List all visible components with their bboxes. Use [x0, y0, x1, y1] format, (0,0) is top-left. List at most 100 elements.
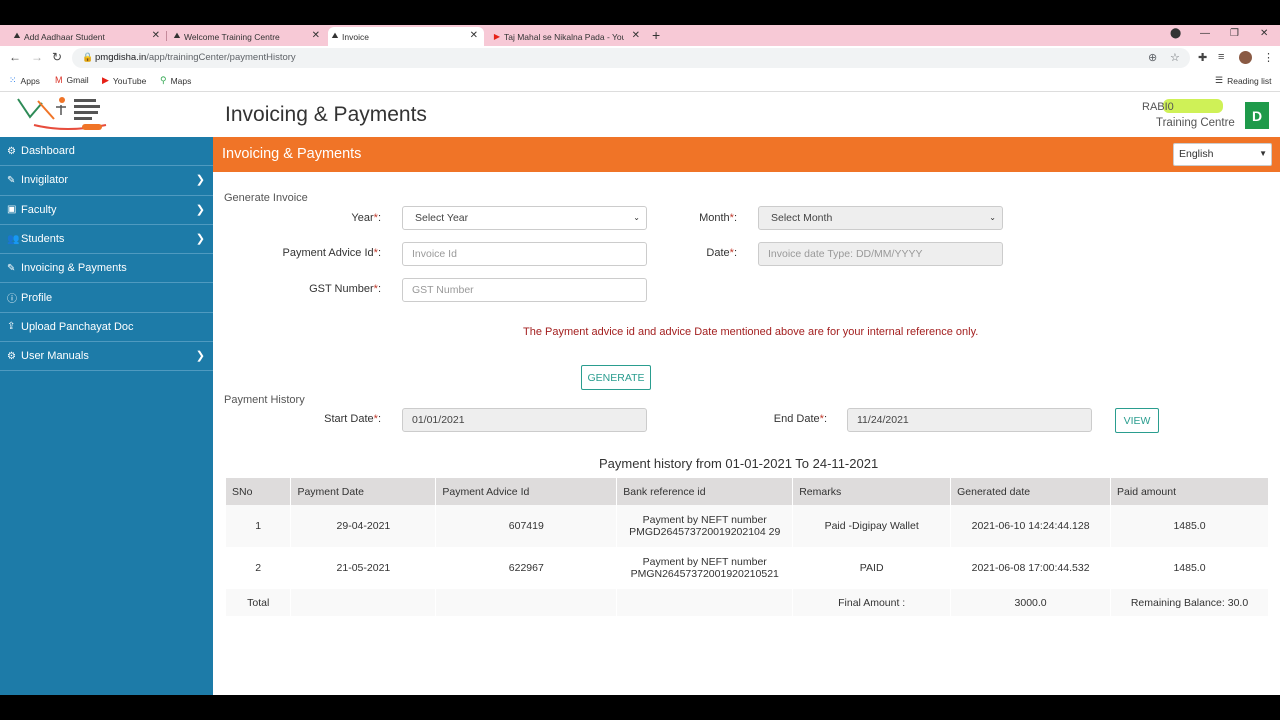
address-bar[interactable]: 🔒 pmgdisha.in/app/trainingCenter/payment…: [72, 48, 1190, 68]
cell-generated-date: 2021-06-08 17:00:44.532: [950, 547, 1112, 589]
sidebar-item-faculty[interactable]: ▣ Faculty ❯: [0, 196, 213, 225]
minimize-icon[interactable]: —: [1200, 28, 1210, 39]
sidebar-item-label: Invigilator: [21, 174, 69, 187]
sidebar-item-user-manuals[interactable]: ⚙ User Manuals ❯: [0, 342, 213, 372]
table-total-row: Total Final Amount : 3000.0 Remaining Ba…: [226, 589, 1269, 616]
tab-strip: ⛰ Add Aadhaar Student ✕ ⛰ Welcome Traini…: [0, 25, 1280, 46]
tab-title: Welcome Training Centre: [184, 31, 280, 42]
reading-list-icon: ☰: [1215, 75, 1224, 85]
cell-generated-date: 2021-06-10 14:24:44.128: [950, 505, 1112, 547]
month-select[interactable]: Select Month ⌄: [758, 206, 1003, 230]
browser-toolbar: ← → ↻ 🔒 pmgdisha.in/app/trainingCenter/p…: [0, 46, 1280, 70]
column-header: Bank reference id: [616, 478, 794, 505]
tab-youtube[interactable]: ▶ Taj Mahal se Nikalna Pada - YouT ✕: [490, 27, 646, 46]
caret-down-icon: ▼: [1259, 149, 1267, 158]
close-icon[interactable]: ✕: [312, 30, 320, 41]
view-button[interactable]: VIEW: [1115, 408, 1159, 433]
sidebar-item-label: User Manuals: [21, 350, 89, 363]
cell-bank-ref: Payment by NEFT number PMGN26457372001920…: [616, 547, 794, 589]
invoice-date-input[interactable]: Invoice date Type: DD/MM/YYYY: [758, 242, 1003, 266]
tab-title: Invoice: [342, 31, 369, 42]
language-select[interactable]: English ▼: [1173, 143, 1272, 166]
profile-avatar[interactable]: [1239, 51, 1252, 64]
forward-icon[interactable]: →: [31, 50, 43, 64]
chevron-right-icon: ❯: [195, 203, 205, 216]
youtube-icon: ▶: [493, 31, 501, 41]
banner-title: Invoicing & Payments: [222, 146, 362, 162]
payment-advice-input[interactable]: Invoice Id: [402, 242, 647, 266]
menu-icon[interactable]: ⋮: [1263, 51, 1274, 64]
invigilator-icon: ✎: [7, 174, 16, 186]
close-icon[interactable]: ✕: [470, 30, 478, 41]
user-avatar[interactable]: D: [1245, 102, 1269, 129]
invoice-icon: ✎: [7, 262, 16, 274]
tab-welcome-training-centre[interactable]: ⛰ Welcome Training Centre ✕: [170, 27, 326, 46]
sidebar-item-label: Faculty: [21, 203, 57, 216]
sidebar-item-label: Profile: [21, 291, 53, 304]
pmgdisha-icon: ⛰: [331, 31, 339, 40]
table-caption: Payment history from 01-01-2021 To 24-11…: [599, 456, 879, 471]
bookmark-star-icon[interactable]: ☆: [1170, 51, 1180, 64]
close-icon[interactable]: ✕: [632, 30, 640, 41]
close-icon[interactable]: ✕: [152, 30, 160, 41]
youtube-icon: ▶: [102, 75, 109, 85]
tab-search-icon[interactable]: ⬤: [1170, 28, 1181, 39]
year-label: Year*:: [351, 212, 381, 224]
bookmark-gmail[interactable]: M Gmail: [55, 75, 89, 85]
payment-history-heading: Payment History: [224, 394, 305, 406]
sidebar-item-label: Students: [21, 233, 65, 246]
pmgdisha-logo[interactable]: [0, 92, 213, 137]
reload-icon[interactable]: ↻: [52, 50, 62, 64]
chevron-right-icon: ❯: [195, 232, 205, 245]
final-amount-value: 3000.0: [950, 589, 1112, 616]
start-date-input[interactable]: 01/01/2021: [402, 408, 647, 432]
bookmark-youtube[interactable]: ▶ YouTube: [102, 75, 146, 86]
start-date-label: Start Date*:: [324, 413, 381, 425]
cell-advice-id: 622967: [435, 547, 618, 589]
bookmarks-bar: ⁙ Apps M Gmail ▶ YouTube ⚲ Maps ☰ Reading lis…: [0, 70, 1280, 92]
pmgdisha-icon: ⛰: [173, 31, 181, 40]
tab-invoice[interactable]: ⛰ Invoice ✕: [328, 27, 484, 46]
sidebar-item-invigilator[interactable]: ✎ Invigilator ❯: [0, 166, 213, 196]
back-icon[interactable]: ←: [9, 50, 21, 64]
tab-add-aadhaar-student[interactable]: ⛰ Add Aadhaar Student ✕: [10, 27, 166, 46]
cell-sno: 1: [226, 505, 292, 547]
year-select[interactable]: Select Year ⌄: [402, 206, 647, 230]
upload-icon: ⇪: [7, 321, 16, 333]
gst-input[interactable]: GST Number: [402, 278, 647, 302]
reading-list[interactable]: ☰ Reading list: [1215, 75, 1272, 86]
sidebar-item-students[interactable]: 👥 Students ❯: [0, 225, 213, 255]
cell-remarks: PAID: [792, 547, 952, 589]
sidebar-item-invoicing-payments[interactable]: ✎ Invoicing & Payments: [0, 254, 213, 284]
cell-payment-date: 29-04-2021: [290, 505, 437, 547]
faculty-icon: ▣: [7, 204, 17, 216]
new-tab-icon[interactable]: +: [652, 27, 660, 43]
table-header-row: SNo Payment Date Payment Advice Id Bank …: [226, 478, 1269, 505]
apps-grid-icon: ⁙: [9, 75, 17, 85]
sidebar-item-dashboard[interactable]: ⚙ Dashboard: [0, 137, 213, 167]
bookmark-apps[interactable]: ⁙ Apps: [9, 75, 40, 86]
letterbox-bar: [0, 695, 1280, 720]
sidebar-item-upload-panchayat-doc[interactable]: ⇪ Upload Panchayat Doc: [0, 313, 213, 343]
cell-paid-amount: 1485.0: [1110, 547, 1269, 589]
close-window-icon[interactable]: ✕: [1260, 28, 1268, 39]
sidebar-item-label: Invoicing & Payments: [21, 262, 127, 275]
cell-payment-date: 21-05-2021: [290, 547, 437, 589]
bookmark-maps[interactable]: ⚲ Maps: [160, 75, 191, 86]
extensions-icon[interactable]: ✚: [1198, 51, 1207, 64]
user-name: RABI0: [1142, 101, 1174, 113]
dashboard-icon: ⚙: [7, 145, 16, 157]
maps-pin-icon: ⚲: [160, 75, 167, 85]
end-date-input[interactable]: 11/24/2021: [847, 408, 1092, 432]
generate-button[interactable]: GENERATE: [581, 365, 651, 390]
page-title: Invoicing & Payments: [225, 103, 427, 126]
cell-bank-ref: Payment by NEFT number PMGD26457372001920…: [616, 505, 794, 547]
chevron-right-icon: ❯: [195, 350, 205, 363]
manuals-icon: ⚙: [7, 350, 16, 362]
media-icon[interactable]: ≡: [1218, 51, 1224, 63]
zoom-icon[interactable]: ⊕: [1148, 51, 1157, 64]
date-label: Date*:: [706, 247, 737, 259]
tab-title: Add Aadhaar Student: [24, 31, 105, 42]
sidebar-item-profile[interactable]: ⓘ Profile: [0, 283, 213, 313]
restore-icon[interactable]: ❐: [1230, 28, 1239, 39]
